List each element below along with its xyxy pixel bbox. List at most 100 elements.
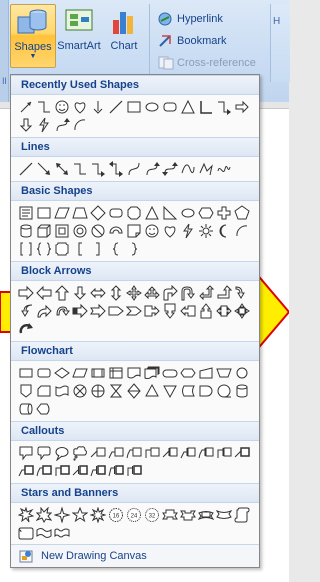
shape-down-callout-icon[interactable]: [161, 302, 179, 320]
shape-pentagon-arrow-icon[interactable]: [107, 302, 125, 320]
shape-no-symbol-icon[interactable]: [89, 222, 107, 240]
shape-up-callout-icon[interactable]: [197, 302, 215, 320]
shape-rounded-rect-icon[interactable]: [161, 98, 179, 116]
shape-accent-callout4-icon[interactable]: [215, 444, 233, 462]
shape-bent-up-icon[interactable]: [215, 284, 233, 302]
shape-elbow-arrow-icon[interactable]: [215, 98, 233, 116]
shape-cloud-callout-icon[interactable]: [71, 444, 89, 462]
shape-display-icon[interactable]: [35, 400, 53, 418]
shape-right-arrow-icon[interactable]: [233, 98, 251, 116]
shape-cube-icon[interactable]: [35, 222, 53, 240]
shape-star5-icon[interactable]: [71, 506, 89, 524]
shape-right-triangle-icon[interactable]: [161, 204, 179, 222]
shape-moon-icon[interactable]: [215, 222, 233, 240]
shape-bracket-pair-icon[interactable]: [17, 240, 35, 258]
shape-sort-icon[interactable]: [125, 382, 143, 400]
shape-up-block-icon[interactable]: [53, 284, 71, 302]
shape-data-icon[interactable]: [71, 364, 89, 382]
shape-smiley-icon[interactable]: [143, 222, 161, 240]
shape-lightning-icon[interactable]: [35, 116, 53, 134]
shape-scribble-icon[interactable]: [215, 160, 233, 178]
shape-decision-icon[interactable]: [53, 364, 71, 382]
shape-rectangle-icon[interactable]: [125, 98, 143, 116]
shape-border-callout3-icon[interactable]: [35, 462, 53, 480]
shape-diamond-icon[interactable]: [89, 204, 107, 222]
shape-octagon-icon[interactable]: [125, 204, 143, 222]
shape-heart-icon[interactable]: [161, 222, 179, 240]
shape-double-wave-icon[interactable]: [53, 524, 71, 542]
shape-star16-icon[interactable]: 16: [107, 506, 125, 524]
shape-star8-icon[interactable]: [89, 506, 107, 524]
header-footer-group[interactable]: H: [270, 4, 290, 82]
hyperlink-button[interactable]: Hyperlink: [158, 10, 223, 28]
bookmark-button[interactable]: Bookmark: [158, 32, 227, 50]
shapes-button[interactable]: Shapes ▼: [10, 4, 56, 68]
shape-arc-icon[interactable]: [71, 116, 89, 134]
shape-striped-right-icon[interactable]: [71, 302, 89, 320]
shape-merge-icon[interactable]: [161, 382, 179, 400]
shape-rectangle-icon[interactable]: [35, 204, 53, 222]
shape-oval-icon[interactable]: [143, 98, 161, 116]
shape-curved-up-icon[interactable]: [35, 302, 53, 320]
shape-oval-callout-icon[interactable]: [53, 444, 71, 462]
shape-down-block-icon[interactable]: [71, 284, 89, 302]
shape-curved-up-ribbon-icon[interactable]: [197, 506, 215, 524]
cross-reference-button[interactable]: Cross-reference: [158, 54, 256, 72]
shape-left-right-callout-icon[interactable]: [215, 302, 233, 320]
shape-lightning-icon[interactable]: [179, 222, 197, 240]
shape-right-brace-icon[interactable]: [125, 240, 143, 258]
shape-oval-icon[interactable]: [179, 204, 197, 222]
shape-arc-icon[interactable]: [233, 222, 251, 240]
shape-line-callout1-icon[interactable]: [89, 444, 107, 462]
shape-wave-icon[interactable]: [35, 524, 53, 542]
shape-line-callout4-icon[interactable]: [143, 444, 161, 462]
shape-sequential-icon[interactable]: [215, 382, 233, 400]
shape-left-block-icon[interactable]: [35, 284, 53, 302]
shape-line-callout3-icon[interactable]: [125, 444, 143, 462]
shape-explosion2-icon[interactable]: [35, 506, 53, 524]
shape-summing-junction-icon[interactable]: [71, 382, 89, 400]
shape-triangle-icon[interactable]: [143, 204, 161, 222]
shape-accent-border4-icon[interactable]: [125, 462, 143, 480]
shape-line-arrow-icon[interactable]: [17, 98, 35, 116]
shape-can-icon[interactable]: [17, 222, 35, 240]
shape-freeform-curve-icon[interactable]: [179, 160, 197, 178]
shape-brace-pair-icon[interactable]: [35, 240, 53, 258]
shape-terminator-icon[interactable]: [161, 364, 179, 382]
shape-accent-callout3-icon[interactable]: [197, 444, 215, 462]
shape-down-block-icon[interactable]: [17, 116, 35, 134]
shape-pentagon-icon[interactable]: [233, 204, 251, 222]
shape-internal-storage-icon[interactable]: [107, 364, 125, 382]
shape-delay-icon[interactable]: [197, 382, 215, 400]
shape-extract-icon[interactable]: [143, 382, 161, 400]
shape-left-callout-icon[interactable]: [179, 302, 197, 320]
shape-preparation-icon[interactable]: [179, 364, 197, 382]
smartart-button[interactable]: SmartArt: [56, 4, 102, 66]
shape-elbow-icon[interactable]: [71, 160, 89, 178]
shape-quad-callout-icon[interactable]: [233, 302, 251, 320]
shape-circular-arrow-icon[interactable]: [17, 320, 35, 338]
shape-left-right-up-icon[interactable]: [143, 284, 161, 302]
shape-direct-access-icon[interactable]: [17, 400, 35, 418]
shape-multidocument-icon[interactable]: [143, 364, 161, 382]
shape-elbow-double-icon[interactable]: [107, 160, 125, 178]
shape-elbow-arrow-icon[interactable]: [89, 160, 107, 178]
shape-star24-icon[interactable]: 24: [125, 506, 143, 524]
shape-bevel-icon[interactable]: [53, 222, 71, 240]
shape-curve-double-icon[interactable]: [161, 160, 179, 178]
shape-l-shape-icon[interactable]: [197, 98, 215, 116]
shape-curve-arrow-icon[interactable]: [53, 116, 71, 134]
shape-down-arrow-icon[interactable]: [89, 98, 107, 116]
shape-accent-border1-icon[interactable]: [71, 462, 89, 480]
shape-or-icon[interactable]: [89, 382, 107, 400]
shape-predefined-icon[interactable]: [89, 364, 107, 382]
shape-process-icon[interactable]: [17, 364, 35, 382]
shape-rounded-callout-icon[interactable]: [35, 444, 53, 462]
shape-left-up-icon[interactable]: [197, 284, 215, 302]
shape-right-callout-icon[interactable]: [143, 302, 161, 320]
shape-line-callout2-icon[interactable]: [107, 444, 125, 462]
shape-accent-border3-icon[interactable]: [107, 462, 125, 480]
shape-collate-icon[interactable]: [107, 382, 125, 400]
shape-up-ribbon-icon[interactable]: [161, 506, 179, 524]
shape-right-block-icon[interactable]: [17, 284, 35, 302]
